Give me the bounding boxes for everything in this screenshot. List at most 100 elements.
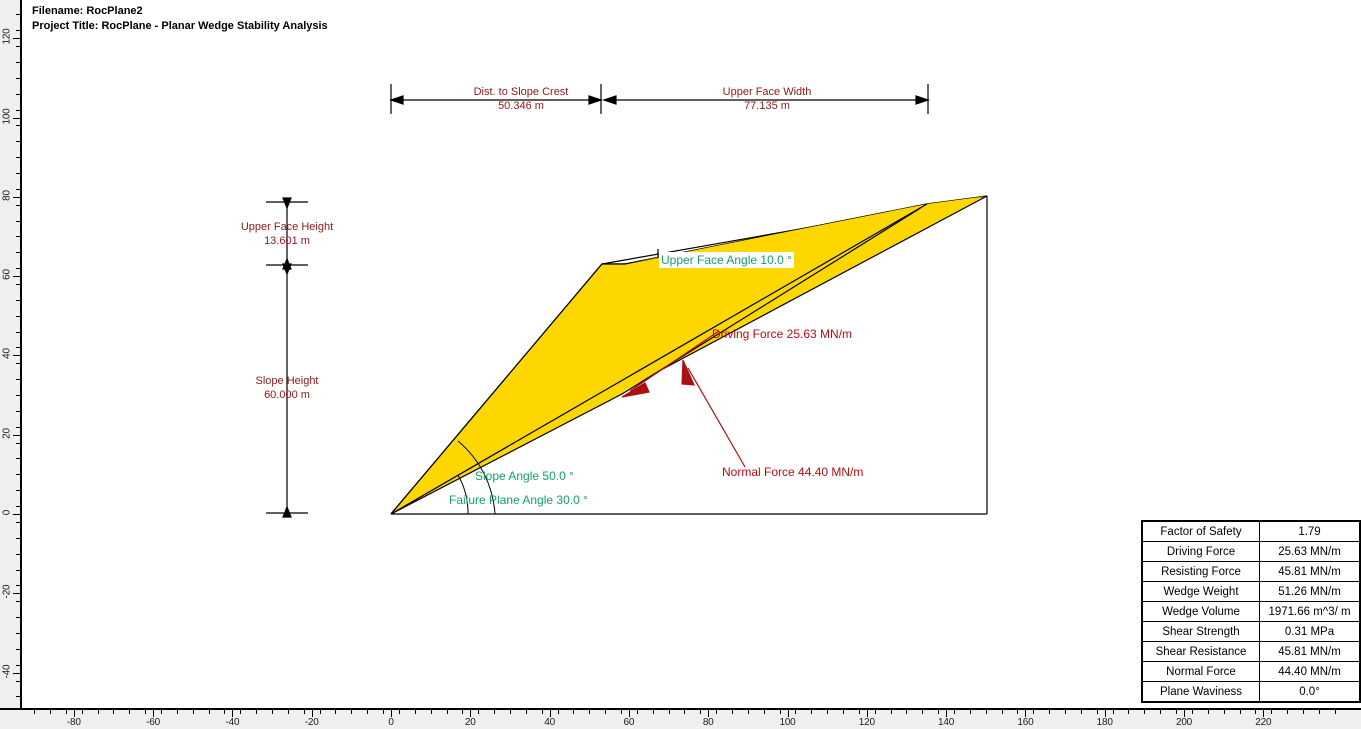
result-value: 44.40 MN/m (1259, 661, 1361, 682)
x-axis-minor-tick (34, 710, 36, 714)
table-row: Wedge Volume 1971.66 m^3/ m (1141, 601, 1361, 622)
x-axis-minor-tick (1112, 710, 1114, 714)
y-axis-minor-tick (16, 46, 20, 48)
x-axis-tick-label: 80 (702, 717, 714, 728)
normal-force-arrowhead (681, 359, 695, 386)
y-axis-major-tick (13, 196, 20, 198)
y-axis-minor-tick (16, 617, 20, 619)
y-axis-major-tick (13, 434, 20, 436)
x-axis-minor-tick (176, 710, 178, 714)
x-axis-minor-tick (208, 710, 210, 714)
y-axis-minor-tick (16, 188, 20, 190)
x-axis-major-tick (73, 710, 75, 717)
x-axis-minor-tick (1144, 710, 1146, 714)
x-axis-minor-tick (700, 710, 702, 714)
x-axis-minor-tick (414, 710, 416, 714)
table-row: Wedge Weight 51.26 MN/m (1141, 581, 1361, 602)
y-axis-minor-tick (16, 648, 20, 650)
result-value: 0.31 MPa (1259, 621, 1361, 642)
x-axis-minor-tick (1001, 710, 1003, 714)
x-axis-minor-tick (256, 710, 258, 714)
y-axis-minor-tick (16, 157, 20, 159)
y-axis-minor-tick (16, 61, 20, 63)
y-axis-minor-tick (16, 553, 20, 555)
x-axis-minor-tick (1065, 710, 1067, 714)
y-axis-tick-label: 120 (1, 28, 13, 45)
y-axis-minor-tick (16, 537, 20, 539)
x-axis-tick-label: 100 (779, 717, 796, 728)
table-row: Plane Waviness 0.0° (1141, 681, 1361, 703)
slope-height-value: 60.000 m (264, 389, 310, 401)
x-axis-major-tick (946, 710, 948, 717)
vertical-ruler: 120 100 80 60 40 20 0 -20 -40 (0, 0, 22, 708)
result-name: Wedge Volume (1141, 601, 1261, 622)
x-axis-minor-tick (367, 710, 369, 714)
y-axis-tick-label: 60 (1, 269, 13, 280)
y-axis-minor-tick (16, 315, 20, 317)
table-row: Normal Force 44.40 MN/m (1141, 661, 1361, 682)
y-axis-minor-tick (16, 395, 20, 397)
x-axis-minor-tick (462, 710, 464, 714)
x-axis-minor-tick (716, 710, 718, 714)
y-axis-tick-label: 0 (1, 509, 13, 516)
dim-arrow-ufh-up (282, 197, 292, 210)
x-axis-minor-tick (240, 710, 242, 714)
x-axis-minor-tick (1096, 710, 1098, 714)
x-axis-major-tick (153, 710, 155, 717)
y-axis-minor-tick (16, 410, 20, 412)
result-value: 45.81 MN/m (1259, 641, 1361, 662)
upper-face-width-name: Upper Face Width (722, 86, 812, 98)
x-axis-minor-tick (541, 710, 543, 714)
x-axis-tick-label: 20 (464, 717, 476, 728)
x-axis-minor-tick (652, 710, 654, 714)
result-value: 0.0° (1259, 681, 1361, 703)
result-value: 45.81 MN/m (1259, 561, 1361, 582)
x-axis-tick-label: 160 (1017, 717, 1034, 728)
x-axis-major-tick (787, 710, 789, 717)
y-axis-minor-tick (16, 569, 20, 571)
x-axis-minor-tick (1080, 710, 1082, 714)
x-axis-minor-tick (589, 710, 591, 714)
x-axis-minor-tick (272, 710, 274, 714)
slope-height-label: Slope Height 60.000 m (207, 374, 367, 402)
x-axis-tick-label: -20 (304, 717, 319, 728)
x-axis-minor-tick (398, 710, 400, 714)
y-axis-minor-tick (16, 284, 20, 286)
x-axis-minor-tick (684, 710, 686, 714)
x-axis-major-tick (628, 710, 630, 717)
x-axis-tick-label: 140 (938, 717, 955, 728)
y-axis-major-tick (13, 672, 20, 674)
x-axis-minor-tick (573, 710, 575, 714)
x-axis-minor-tick (1017, 710, 1019, 714)
x-axis-minor-tick (1207, 710, 1209, 714)
x-axis-minor-tick (1318, 710, 1320, 714)
y-axis-minor-tick (16, 204, 20, 206)
y-axis-minor-tick (16, 490, 20, 492)
x-axis-minor-tick (636, 710, 638, 714)
y-axis-minor-tick (16, 93, 20, 95)
x-axis-minor-tick (446, 710, 448, 714)
y-axis-tick-label: -40 (1, 664, 13, 679)
x-axis-minor-tick (890, 710, 892, 714)
x-axis-tick-label: -60 (146, 717, 161, 728)
x-axis-minor-tick (161, 710, 163, 714)
upper-face-width-label: Upper Face Width 77.135 m (677, 85, 857, 113)
result-name: Resisting Force (1141, 561, 1261, 582)
failure-plane-angle-label: Failure Plane Angle 30.0 ° (449, 493, 588, 507)
x-axis-minor-tick (525, 710, 527, 714)
y-axis-minor-tick (16, 696, 20, 698)
x-axis-minor-tick (1049, 710, 1051, 714)
x-axis-tick-label: 180 (1096, 717, 1113, 728)
x-axis-minor-tick (954, 710, 956, 714)
upper-face-width-value: 77.135 m (744, 100, 790, 112)
x-axis-major-tick (866, 710, 868, 717)
table-row: Driving Force 25.63 MN/m (1141, 541, 1361, 562)
results-table: Factor of Safety 1.79 Driving Force 25.63 M… (1141, 520, 1361, 703)
x-axis-minor-tick (50, 710, 51, 714)
x-axis-minor-tick (668, 710, 670, 714)
x-axis-minor-tick (1302, 710, 1304, 714)
x-axis-tick-label: -40 (225, 717, 240, 728)
y-axis-minor-tick (16, 379, 20, 381)
x-axis-minor-tick (1271, 710, 1273, 714)
x-axis-minor-tick (192, 710, 194, 714)
